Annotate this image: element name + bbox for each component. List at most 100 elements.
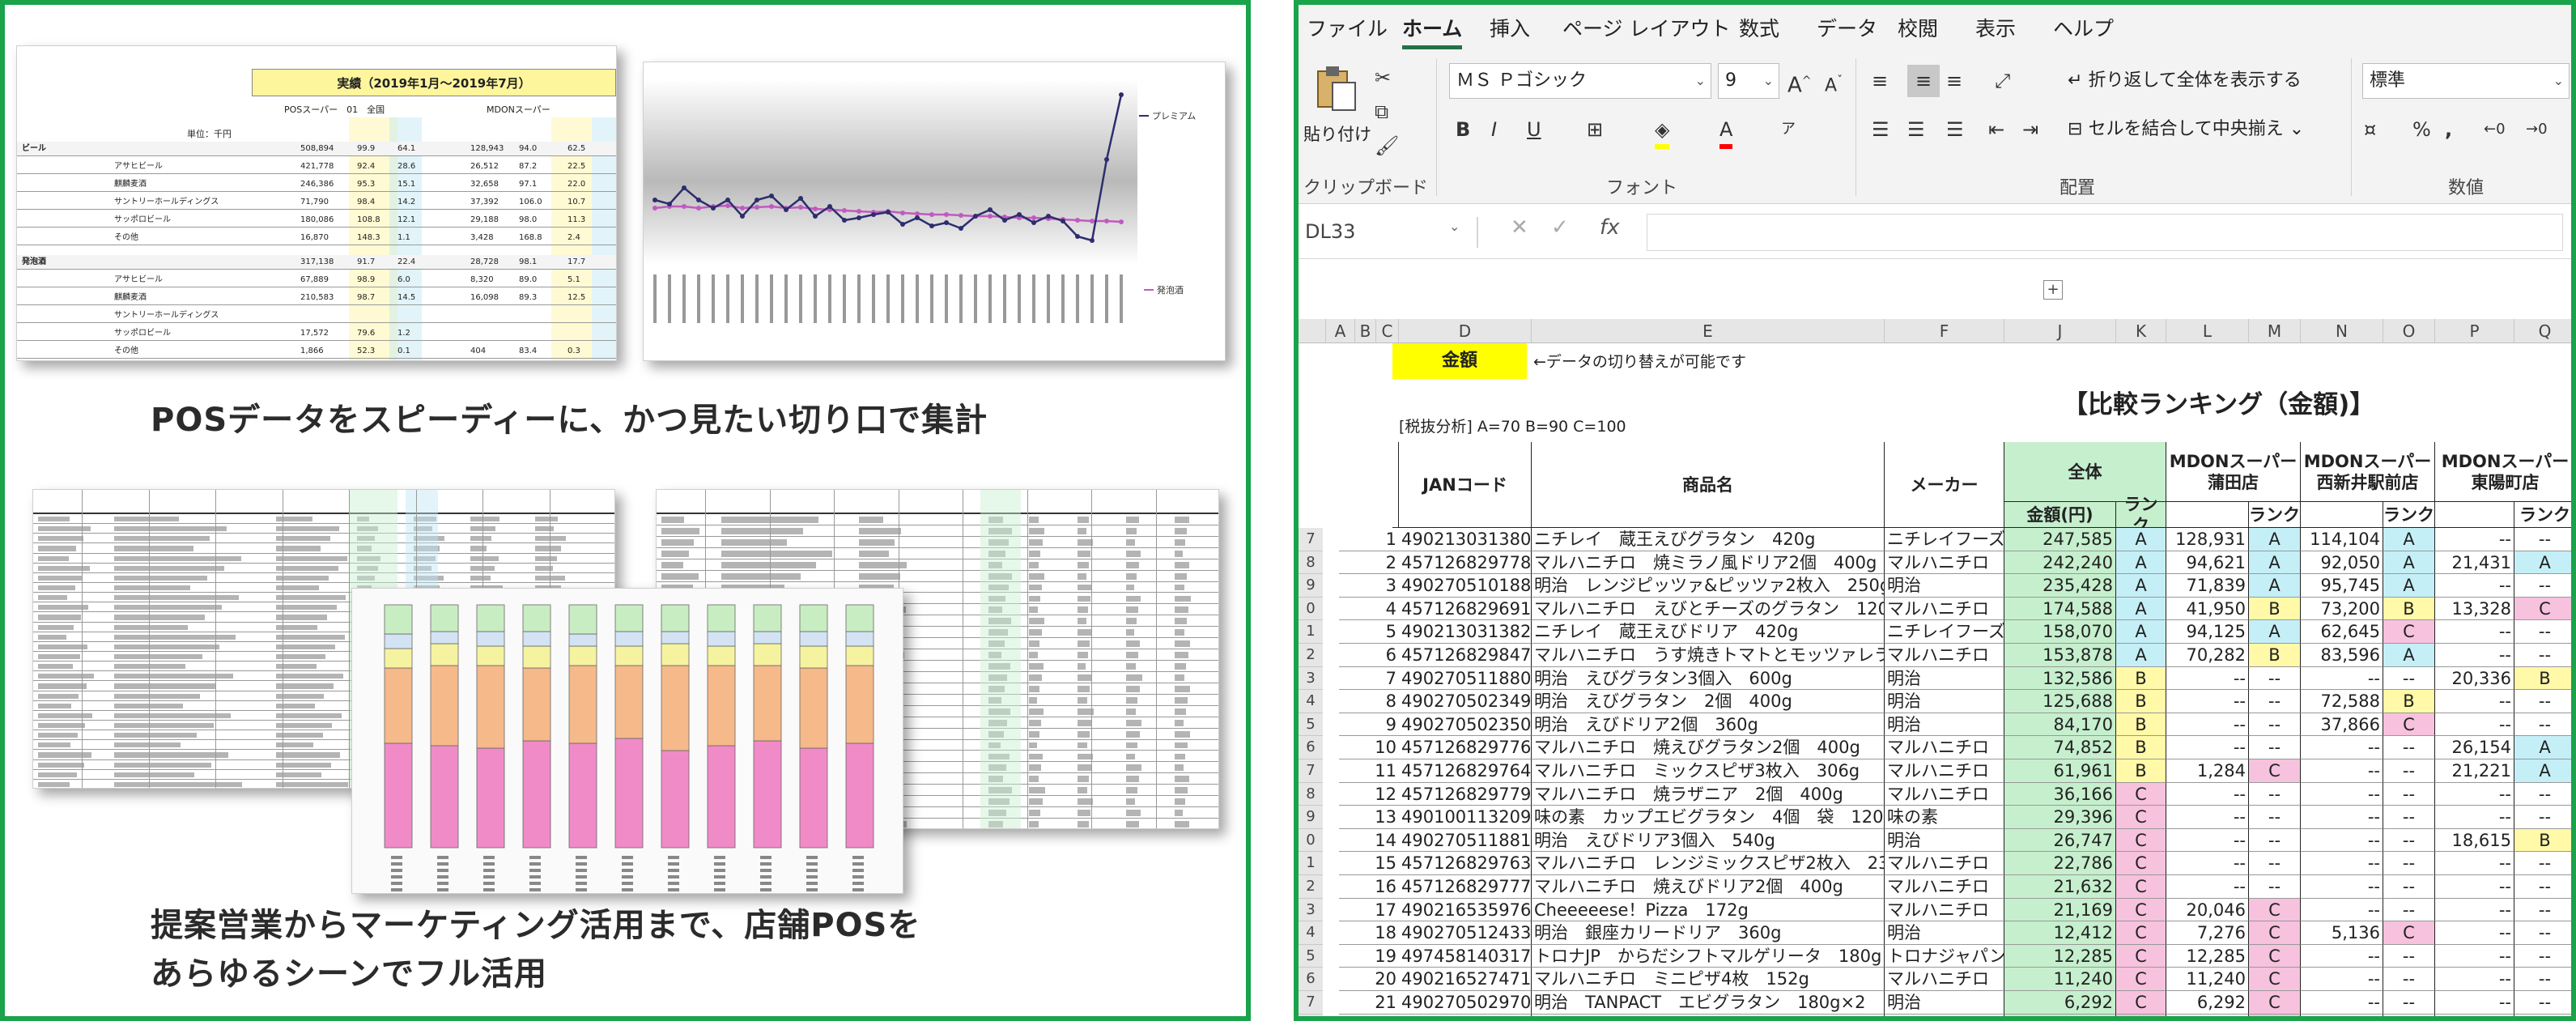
store3-amount-cell[interactable]: -- <box>2435 782 2514 806</box>
total-amount-cell[interactable]: 3,608 <box>2004 1014 2116 1016</box>
store1-amount-cell[interactable]: 41,950 <box>2166 597 2249 621</box>
store2-amount-cell[interactable]: -- <box>2301 991 2383 1015</box>
store3-amount-cell[interactable]: -- <box>2435 713 2514 737</box>
column-header[interactable]: E <box>1532 319 1885 343</box>
product-name-cell[interactable]: マルハニチロ 焼えびグラタン2個 400g <box>1532 736 1885 759</box>
store1-amount-cell[interactable]: 128,931 <box>2166 528 2249 551</box>
maker-cell[interactable]: マルハニチロ <box>1885 644 2004 667</box>
total-amount-cell[interactable]: 22,786 <box>2004 852 2116 875</box>
store3-amount-cell[interactable]: -- <box>2435 898 2514 922</box>
jan-cell[interactable]: 4901001132096 <box>1399 806 1532 829</box>
jan-cell[interactable]: 4902130313806 <box>1399 528 1532 551</box>
column-header[interactable]: F <box>1885 319 2004 343</box>
store2-amount-cell[interactable]: 95,745 <box>2301 574 2383 598</box>
italic-button[interactable]: I <box>1491 113 1497 146</box>
jan-cell[interactable]: 4902705124332 <box>1399 921 1532 945</box>
jan-cell[interactable]: 4571268297793 <box>1399 782 1532 806</box>
product-name-cell[interactable]: 明治 えびドリア3個入 540g <box>1532 828 1885 853</box>
store1-rank-cell[interactable]: C <box>2249 921 2301 945</box>
store1-amount-cell[interactable]: -- <box>2166 782 2249 806</box>
store3-amount-cell[interactable]: -- <box>2435 968 2514 991</box>
wrap-text-button[interactable]: ↵ 折り返して全体を表示する <box>2068 65 2302 97</box>
total-rank-cell[interactable]: B <box>2116 713 2166 737</box>
rank-number-cell[interactable]: 14 <box>1339 829 1399 853</box>
store3-rank-cell[interactable]: -- <box>2514 783 2571 806</box>
total-amount-cell[interactable]: 21,169 <box>2004 898 2116 922</box>
jan-cell[interactable]: 4571268297649 <box>1399 759 1532 783</box>
jan-cell[interactable]: 4571268297779 <box>1399 875 1532 899</box>
rank-number-cell[interactable]: 3 <box>1339 574 1399 598</box>
rank-number-cell[interactable]: 22 <box>1339 1015 1399 1017</box>
maker-cell[interactable]: マルハニチロ <box>1885 782 2004 806</box>
bold-button[interactable]: B <box>1456 113 1470 146</box>
total-amount-cell[interactable]: 125,688 <box>2004 690 2116 713</box>
store1-rank-cell[interactable]: -- <box>2249 690 2301 713</box>
total-amount-cell[interactable]: 6,292 <box>2004 991 2116 1015</box>
fill-color-icon[interactable]: ◈ <box>1655 113 1670 149</box>
store2-rank-cell[interactable]: -- <box>2383 806 2435 829</box>
name-box[interactable]: DL33 <box>1302 214 1447 249</box>
borders-icon[interactable]: ⊞ <box>1587 113 1603 146</box>
tab-help[interactable]: ヘルプ <box>2053 13 2114 42</box>
total-rank-cell[interactable]: C <box>2116 806 2166 829</box>
total-amount-cell[interactable]: 247,585 <box>2004 528 2116 551</box>
total-rank-cell[interactable]: B <box>2116 690 2166 713</box>
maker-cell[interactable]: 明治 <box>1885 713 2004 737</box>
jan-cell[interactable]: 4902130313820 <box>1399 620 1532 644</box>
product-name-cell[interactable]: 明治 北海道十勝カマンベールチーズリゾット <box>1532 1014 1885 1016</box>
copy-icon[interactable]: ⧉ <box>1375 96 1388 128</box>
store2-rank-cell[interactable]: -- <box>2383 968 2435 991</box>
store3-amount-cell[interactable]: -- <box>2435 875 2514 899</box>
product-name-cell[interactable]: Cheeeeese！Pizza 172g <box>1532 898 1885 922</box>
jan-cell[interactable]: 4902705029705 <box>1399 991 1532 1015</box>
store3-rank-cell[interactable]: -- <box>2514 806 2571 829</box>
store1-rank-cell[interactable]: -- <box>2249 713 2301 737</box>
maker-cell[interactable]: 明治 <box>1885 921 2004 945</box>
store3-amount-cell[interactable]: 26,154 <box>2435 736 2514 759</box>
store2-amount-cell[interactable]: -- <box>2301 968 2383 991</box>
orientation-icon[interactable]: ⤢ <box>1995 65 2010 97</box>
store2-rank-cell[interactable]: -- <box>2383 898 2435 922</box>
total-amount-cell[interactable]: 153,878 <box>2004 644 2116 667</box>
store2-amount-cell[interactable]: 72,588 <box>2301 690 2383 713</box>
name-box-dropdown-icon[interactable]: ⌄ <box>1449 219 1460 234</box>
rank-number-cell[interactable]: 15 <box>1339 852 1399 875</box>
increase-decimal-icon[interactable]: ←0 <box>2484 113 2506 146</box>
store2-amount-cell[interactable]: 83,596 <box>2301 644 2383 667</box>
store3-amount-cell[interactable]: -- <box>2435 806 2514 829</box>
maker-cell[interactable]: マルハニチロ <box>1885 551 2004 575</box>
total-rank-cell[interactable]: B <box>2116 736 2166 759</box>
store2-amount-cell[interactable]: -- <box>2301 898 2383 922</box>
tab-home[interactable]: ホーム <box>1402 13 1463 49</box>
store2-rank-cell[interactable]: -- <box>2383 828 2435 853</box>
store2-rank-cell[interactable]: -- <box>2383 759 2435 783</box>
product-name-cell[interactable]: 明治 えびドリア2個 360g <box>1532 713 1885 737</box>
column-header[interactable]: O <box>2383 319 2435 343</box>
total-amount-cell[interactable]: 12,412 <box>2004 921 2116 945</box>
align-left-icon[interactable]: ☰ <box>1872 113 1889 146</box>
column-header[interactable]: N <box>2301 319 2383 343</box>
product-name-cell[interactable]: ニチレイ 蔵王えびグラタン 420g <box>1532 528 1885 551</box>
store2-rank-cell[interactable]: C <box>2383 620 2435 644</box>
store3-rank-cell[interactable]: -- <box>2514 945 2571 968</box>
store3-rank-cell[interactable]: -- <box>2514 644 2571 667</box>
row-header[interactable]: 8 <box>1299 551 1323 575</box>
store3-rank-cell[interactable]: -- <box>2514 899 2571 922</box>
number-format-dropdown[interactable]: 標準 ⌄ <box>2362 63 2570 99</box>
font-name-dropdown[interactable]: ＭＳ Ｐゴシック ⌄ <box>1449 63 1711 99</box>
total-rank-cell[interactable]: C <box>2116 852 2166 875</box>
store2-rank-cell[interactable]: C <box>2383 921 2435 945</box>
align-center-icon[interactable]: ☰ <box>1907 113 1925 146</box>
store3-amount-cell[interactable]: 13,328 <box>2435 597 2514 621</box>
total-amount-cell[interactable]: 158,070 <box>2004 620 2116 644</box>
maker-cell[interactable]: マルハニチロ <box>1885 968 2004 991</box>
total-rank-cell[interactable]: C <box>2116 968 2166 991</box>
rank-number-cell[interactable]: 8 <box>1339 690 1399 713</box>
row-header[interactable]: 1 <box>1299 620 1323 644</box>
store1-rank-cell[interactable]: C <box>2249 944 2301 968</box>
total-amount-cell[interactable]: 11,240 <box>2004 968 2116 991</box>
store2-rank-cell[interactable]: -- <box>2383 666 2435 691</box>
tab-data[interactable]: データ <box>1817 13 1877 42</box>
comma-button[interactable]: , <box>2445 113 2452 146</box>
store3-amount-cell[interactable]: -- <box>2435 620 2514 644</box>
